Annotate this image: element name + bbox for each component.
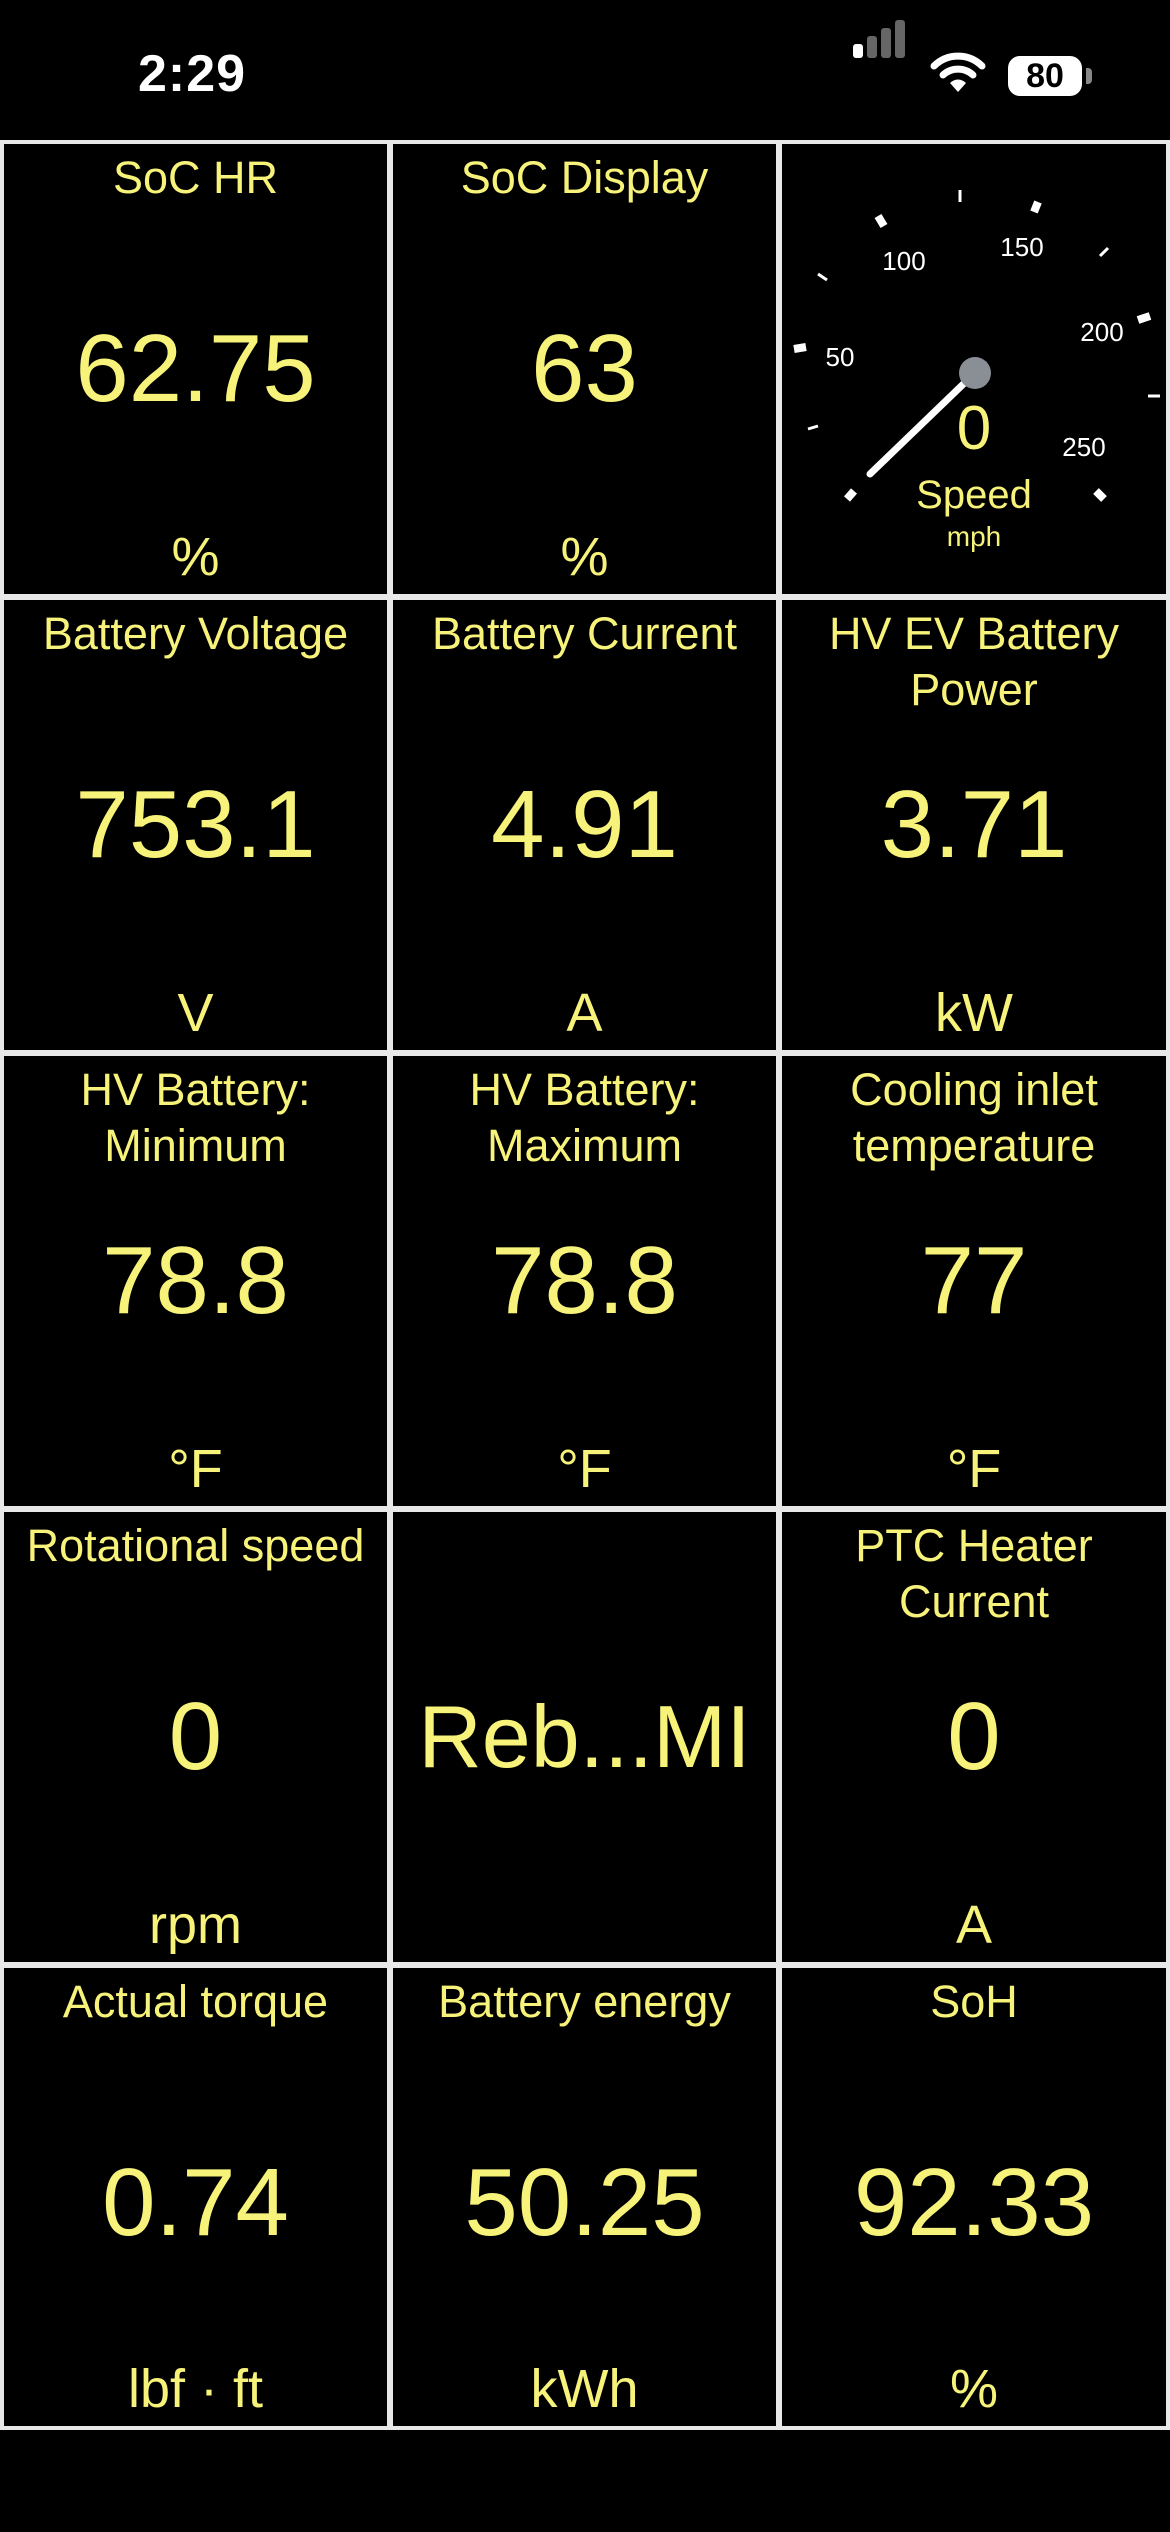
gauge-unit: mph: [947, 521, 1001, 552]
battery-level: 80: [1026, 57, 1064, 95]
tile-unit: kWh: [530, 2359, 639, 2419]
tile-unit: °F: [557, 1439, 612, 1499]
tile-battery-voltage[interactable]: Battery Voltage 753.1 V: [4, 600, 387, 1050]
battery-tip: [1086, 68, 1092, 84]
clock: 2:29: [138, 45, 247, 103]
tile-value: 78.8: [102, 1227, 289, 1334]
tile-actual-torque[interactable]: Actual torque 0.74 lbf · ft: [4, 1968, 387, 2426]
tile-value: 0: [947, 1683, 1001, 1790]
tile-label: Battery Voltage: [42, 608, 349, 659]
tile-value: 77: [920, 1227, 1028, 1334]
tile-unit: %: [949, 2359, 998, 2419]
tile-unit: kW: [935, 983, 1013, 1043]
tile-label: HV Battery: Maximum: [469, 1064, 700, 1171]
gauge-major-tick: [843, 488, 858, 502]
tile-unit: A: [566, 983, 603, 1043]
tile-soc-hr[interactable]: SoC HR 62.75 %: [4, 144, 387, 594]
dashboard-grid: SoC HR 62.75 % SoC Display 63 % 50 100 1…: [0, 140, 1170, 2430]
tile-label: Cooling inlet temperature: [850, 1064, 1098, 1171]
gauge-major-tick: [1030, 200, 1042, 214]
status-bar: 2:29 80: [0, 0, 1170, 140]
tile-unit: %: [171, 527, 220, 587]
tile-value: 0: [168, 1683, 223, 1790]
tile-value: 4.91: [491, 771, 678, 878]
tile-soh[interactable]: SoH 92.33 %: [782, 1968, 1166, 2426]
tile-value: 62.75: [75, 315, 316, 422]
tile-unit: V: [177, 983, 214, 1043]
tile-label: PTC Heater Current: [855, 1520, 1093, 1627]
tile-ptc-heater-current[interactable]: PTC Heater Current 0 A: [782, 1512, 1166, 1962]
tile-value: 50.25: [464, 2149, 705, 2256]
tile-label: Battery Current: [431, 608, 738, 659]
gauge-value: 0: [957, 394, 991, 463]
wifi-icon: [930, 52, 986, 99]
battery-icon: 80: [1008, 56, 1082, 96]
tile-cooling-inlet-temperature[interactable]: Cooling inlet temperature 77 °F: [782, 1056, 1166, 1506]
tile-unit: %: [560, 527, 609, 587]
gauge-minor-tick: [817, 272, 828, 282]
tile-hv-battery-maximum[interactable]: HV Battery: Maximum 78.8 °F: [393, 1056, 776, 1506]
tile-value: 78.8: [491, 1227, 678, 1334]
bottom-bar: [0, 2430, 1170, 2532]
tile-hv-ev-battery-power[interactable]: HV EV Battery Power 3.71 kW: [782, 600, 1166, 1050]
gauge-hub: [959, 357, 991, 389]
tile-unit: A: [955, 1895, 993, 1955]
tile-value: 3.71: [880, 771, 1068, 878]
tile-label: Rotational speed: [26, 1520, 365, 1571]
tile-speed-gauge[interactable]: 50 100 150 200 250 0 Speed mph: [782, 144, 1166, 594]
gauge-major-tick: [1136, 312, 1152, 324]
tile-value: 92.33: [853, 2149, 1095, 2256]
tile-battery-energy[interactable]: Battery energy 50.25 kWh: [393, 1968, 776, 2426]
tile-unit: lbf · ft: [127, 2359, 264, 2419]
tile-value: 63: [531, 315, 638, 422]
tile-unit: °F: [946, 1439, 1002, 1499]
tile-label: SoC Display: [460, 152, 709, 203]
gauge-minor-tick: [807, 424, 819, 431]
gauge-tick-label: 200: [1080, 317, 1123, 347]
speedometer-gauge: 50 100 150 200 250 0 Speed mph: [793, 190, 1160, 552]
gauge-tick-label: 250: [1062, 432, 1105, 462]
tile-label: HV Battery: Minimum: [80, 1064, 311, 1171]
tile-status-message[interactable]: Reb...MI: [393, 1512, 776, 1962]
gauge-tick-label: 100: [882, 246, 925, 276]
tile-hv-battery-minimum[interactable]: HV Battery: Minimum 78.8 °F: [4, 1056, 387, 1506]
tile-value: 0.74: [102, 2149, 289, 2256]
tile-value: Reb...MI: [418, 1687, 751, 1786]
tile-soc-display[interactable]: SoC Display 63 %: [393, 144, 776, 594]
gauge-major-tick: [874, 213, 888, 229]
tile-rotational-speed[interactable]: Rotational speed 0 rpm: [4, 1512, 387, 1962]
tile-label: SoH: [930, 1976, 1018, 2027]
tile-label: Battery energy: [438, 1976, 731, 2027]
tile-unit: rpm: [149, 1895, 242, 1955]
tile-label: HV EV Battery Power: [828, 608, 1120, 715]
gauge-tick-label: 50: [826, 342, 855, 372]
gauge-major-tick: [793, 343, 807, 353]
tile-label: SoC HR: [112, 152, 279, 203]
gauge-tick-label: 150: [1000, 232, 1043, 262]
tile-label: Actual torque: [62, 1976, 329, 2027]
gauge-major-tick: [1093, 488, 1107, 502]
tile-unit: °F: [168, 1439, 223, 1499]
gauge-label: Speed: [916, 473, 1032, 517]
gauge-minor-tick: [1098, 246, 1110, 258]
tile-battery-current[interactable]: Battery Current 4.91 A: [393, 600, 776, 1050]
tile-value: 753.1: [75, 771, 316, 878]
